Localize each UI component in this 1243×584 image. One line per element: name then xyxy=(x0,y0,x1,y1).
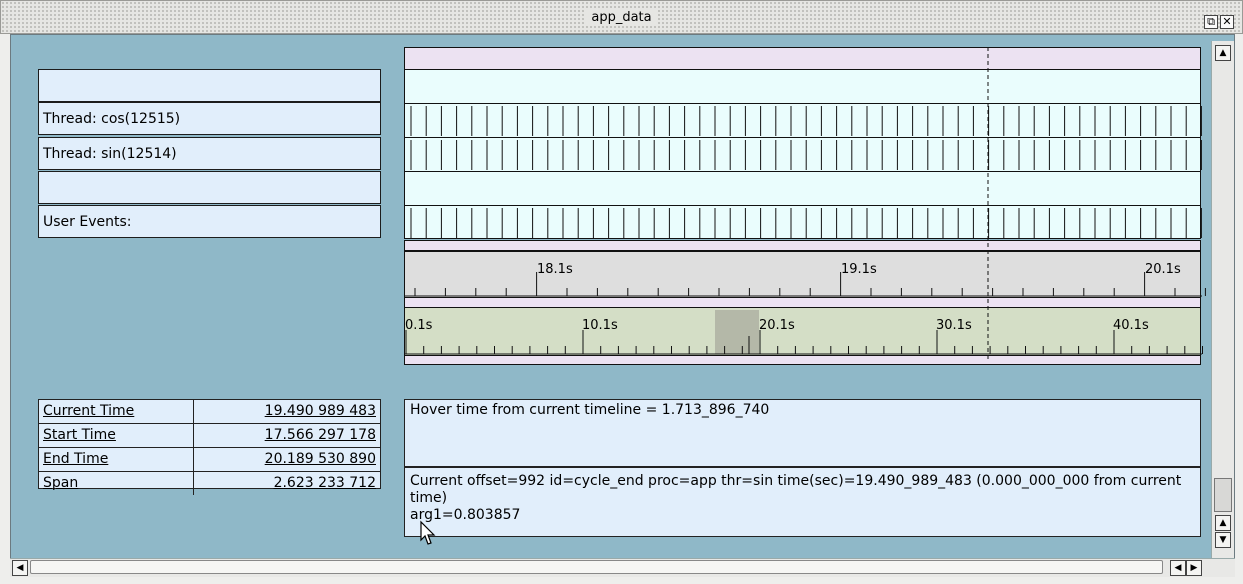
stat-label: Start Time xyxy=(39,423,194,448)
hover-info-panel: Hover time from current timeline = 1.713… xyxy=(404,399,1201,467)
ruler-label: 19.1s xyxy=(841,262,877,277)
row-label-text: Thread: sin(12514) xyxy=(43,146,177,162)
stat-value: 20.189 530 890 xyxy=(193,447,380,472)
event-ticks-user xyxy=(410,208,1202,238)
event-info-panel: Current offset=992 id=cycle_end proc=app… xyxy=(404,467,1201,537)
stat-value: 19.490 989 483 xyxy=(193,400,380,424)
timeline-track-blank[interactable] xyxy=(404,69,1201,103)
horizontal-scroll-thumb[interactable] xyxy=(30,560,1163,574)
ruler-label: 0.1s xyxy=(405,318,433,333)
scroll-left-icon[interactable]: ◀ xyxy=(1170,560,1186,576)
ruler-label: 20.1s xyxy=(1145,262,1181,277)
zoom-ruler-ticks xyxy=(405,272,1206,297)
stat-value: 17.566 297 178 xyxy=(193,423,380,448)
stat-value: 2.623 233 712 xyxy=(193,471,380,495)
row-label[interactable]: Thread: cos(12515) xyxy=(38,102,381,135)
horizontal-scrollbar[interactable]: ◀ ◀ ▶ xyxy=(10,558,1235,577)
overview-time-ruler[interactable]: 0.1s 10.1s 20.1s 30.1s 40.1s xyxy=(404,307,1203,356)
vertical-scroll-thumb[interactable] xyxy=(1214,478,1232,512)
row-label[interactable] xyxy=(38,69,381,102)
row-label[interactable]: Thread: sin(12514) xyxy=(38,137,381,170)
row-label-text: Thread: cos(12515) xyxy=(43,111,181,127)
scroll-left-icon[interactable]: ◀ xyxy=(12,560,28,576)
restore-icon[interactable]: ⧉ xyxy=(1204,15,1218,29)
scroll-down-icon[interactable]: ▼ xyxy=(1215,532,1231,548)
scroll-right-icon[interactable]: ▶ xyxy=(1186,560,1202,576)
stat-label: Span xyxy=(43,475,79,491)
window-title: app_data xyxy=(585,10,658,25)
ruler-label: 18.1s xyxy=(537,262,573,277)
close-icon[interactable]: ✕ xyxy=(1220,15,1234,29)
timeline-track-cos[interactable] xyxy=(404,103,1202,137)
ruler-label: 40.1s xyxy=(1113,318,1149,333)
row-label-text: User Events: xyxy=(43,214,132,230)
timeline-top-band xyxy=(404,47,1201,69)
hover-time-text: Hover time from current timeline = 1.713… xyxy=(410,402,770,418)
timeline-track-user-events[interactable] xyxy=(404,205,1202,239)
stat-label: End Time xyxy=(39,447,194,472)
row-label[interactable]: User Events: xyxy=(38,205,381,238)
window-titlebar[interactable]: app_data ⧉ ✕ xyxy=(0,0,1243,34)
timeline-track-sin[interactable] xyxy=(404,137,1202,171)
event-detail-text: Current offset=992 id=cycle_end proc=app… xyxy=(410,473,1182,506)
ruler-label: 30.1s xyxy=(936,318,972,333)
event-ticks-cos xyxy=(410,106,1202,136)
ruler-label: 10.1s xyxy=(582,318,618,333)
table-row: Current Time 19.490 989 483 xyxy=(39,400,380,424)
overview-ruler-ticks xyxy=(405,330,1203,355)
row-label[interactable] xyxy=(38,171,381,204)
time-stats-table: Current Time 19.490 989 483 Start Time 1… xyxy=(38,399,381,495)
timeline-track-blank[interactable] xyxy=(404,171,1201,205)
table-row: End Time 20.189 530 890 xyxy=(39,447,380,472)
event-arg-text: arg1=0.803857 xyxy=(410,507,521,523)
stat-label: Current Time xyxy=(39,400,194,424)
timeline-separator xyxy=(404,240,1201,251)
scroll-up-icon[interactable]: ▲ xyxy=(1215,515,1231,531)
mouse-pointer-icon xyxy=(420,520,436,545)
ruler-label: 20.1s xyxy=(759,318,795,333)
timeline-bottom-edge xyxy=(404,356,1201,365)
table-row: Span 2.623 233 712 xyxy=(39,471,380,495)
zoom-time-ruler[interactable]: 18.1s 19.1s 20.1s xyxy=(404,251,1206,298)
vertical-scrollbar[interactable]: ▲ ▲ ▼ xyxy=(1211,41,1234,560)
table-row: Start Time 17.566 297 178 xyxy=(39,423,380,448)
event-ticks-sin xyxy=(410,140,1202,170)
scroll-up-icon[interactable]: ▲ xyxy=(1215,45,1231,61)
